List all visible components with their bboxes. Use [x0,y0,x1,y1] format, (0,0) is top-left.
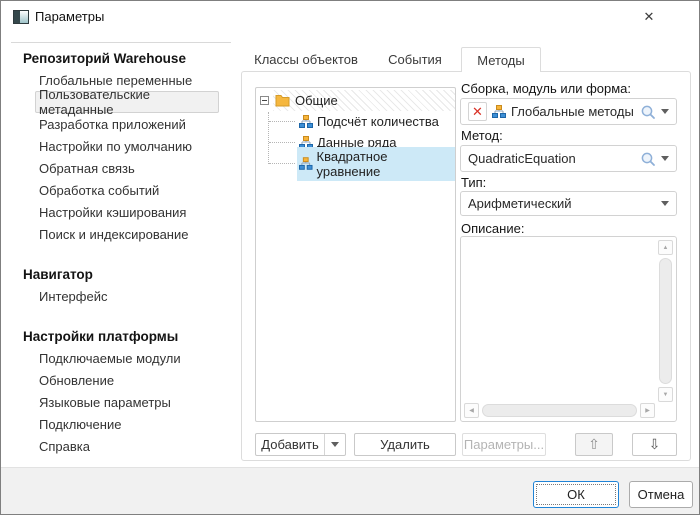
tree-node-count[interactable]: Подсчёт количества [256,111,455,132]
sidebar: Репозиторий Warehouse Глобальные перемен… [11,45,233,457]
tab-methods[interactable]: Методы [461,47,541,72]
sidebar-item-interface[interactable]: Интерфейс [11,285,233,307]
scroll-down-icon[interactable]: ▼ [658,387,673,402]
scrollbar-thumb[interactable] [482,404,637,417]
type-value: Арифметический [468,196,656,211]
method-icon [299,157,313,170]
sidebar-group-navigator: Навигатор [11,263,233,285]
close-icon[interactable]: ✕ [639,7,659,27]
sidebar-item-plugins[interactable]: Подключаемые модули [11,347,233,369]
assembly-value: Глобальные методы [511,104,635,119]
assembly-field[interactable]: ✕ Глобальные методы [460,98,677,125]
method-label: Метод: [461,128,503,143]
sidebar-item-language[interactable]: Языковые параметры [11,391,233,413]
sidebar-item-defaults[interactable]: Настройки по умолчанию [11,135,233,157]
sidebar-item-feedback[interactable]: Обратная связь [11,157,233,179]
move-up-button[interactable]: ⇧ [575,433,613,456]
chevron-down-icon [331,442,339,447]
type-label: Тип: [461,175,486,190]
sidebar-item-update[interactable]: Обновление [11,369,233,391]
window-title: Параметры [35,9,104,24]
scroll-left-icon[interactable]: ◀ [464,403,479,418]
description-textarea[interactable]: ▲ ▼ ◀ ▶ [460,236,677,422]
add-dropdown[interactable] [325,442,345,447]
sidebar-item-caching[interactable]: Настройки кэширования [11,201,233,223]
methods-tab-pane: Общие Подсчёт количества [241,71,691,461]
assembly-label: Сборка, модуль или форма: [461,81,631,96]
parameters-button: Параметры... [462,433,546,456]
folder-icon [275,94,290,107]
scroll-right-icon[interactable]: ▶ [640,403,655,418]
sidebar-item-help[interactable]: Справка [11,435,233,457]
tree-node-common[interactable]: Общие [256,90,455,111]
method-form: Сборка, модуль или форма: ✕ Глобальные м… [460,72,677,460]
sidebar-group-repository: Репозиторий Warehouse [11,47,233,69]
clear-icon[interactable]: ✕ [468,102,487,121]
scroll-up-icon[interactable]: ▲ [658,240,673,255]
scrollbar-thumb[interactable] [659,258,672,384]
title-bar: Параметры ✕ [1,1,699,42]
sidebar-item-event-handling[interactable]: Обработка событий [11,179,233,201]
tree-node-label: Квадратное уравнение [317,149,450,179]
search-icon[interactable] [640,151,656,167]
tree-node-label: Подсчёт количества [317,114,439,129]
method-value: QuadraticEquation [468,151,635,166]
horizontal-scrollbar[interactable]: ◀ ▶ [464,403,655,418]
sidebar-item-search-indexing[interactable]: Поиск и индексирование [11,223,233,245]
delete-button[interactable]: Удалить [354,433,456,456]
chevron-down-icon[interactable] [661,156,669,161]
tab-object-classes[interactable]: Классы объектов [251,47,361,71]
description-label: Описание: [461,221,524,236]
methods-tree: Общие Подсчёт количества [255,87,456,422]
vertical-scrollbar[interactable]: ▲ ▼ [658,240,673,402]
sidebar-item-connection[interactable]: Подключение [11,413,233,435]
cancel-button[interactable]: Отмена [629,481,693,508]
title-separator [11,42,231,43]
sidebar-item-user-metadata[interactable]: Пользовательские метаданные [35,91,219,113]
tab-events[interactable]: События [381,47,449,71]
chevron-down-icon[interactable] [661,201,669,206]
tree-node-label: Общие [295,93,338,108]
move-down-button[interactable]: ⇩ [632,433,677,456]
footer: ОК Отмена [1,467,699,514]
collapse-icon[interactable] [260,96,269,105]
method-icon [492,105,506,118]
app-icon [13,10,29,24]
add-button[interactable]: Добавить [255,433,346,456]
chevron-down-icon[interactable] [661,109,669,114]
search-icon[interactable] [640,104,656,120]
method-field[interactable]: QuadraticEquation [460,145,677,172]
tree-node-quadratic-equation[interactable]: Квадратное уравнение [256,153,455,174]
sidebar-group-platform: Настройки платформы [11,325,233,347]
options-dialog: Параметры ✕ Репозиторий Warehouse Глобал… [0,0,700,515]
ok-button[interactable]: ОК [533,481,619,508]
type-select[interactable]: Арифметический [460,191,677,216]
method-icon [299,115,313,128]
